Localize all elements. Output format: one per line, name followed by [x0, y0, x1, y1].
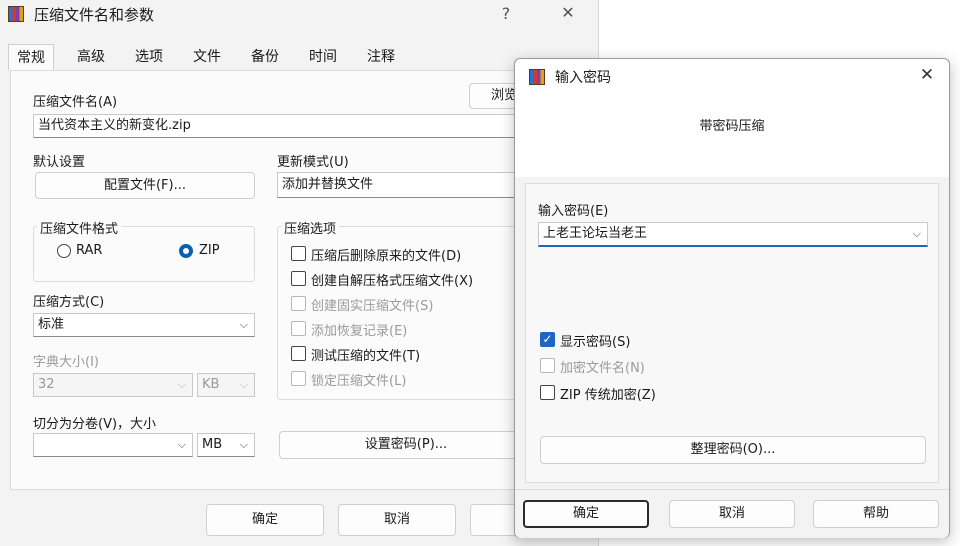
dictionary-size-label: 字典大小(I): [33, 355, 99, 370]
tab-options[interactable]: 选项: [124, 44, 174, 70]
password-ok-button[interactable]: 确定: [523, 500, 649, 528]
create-sfx-label: 创建自解压格式压缩文件(X): [311, 274, 474, 289]
chevron-down-icon: ⌵: [239, 378, 248, 391]
main-titlebar: 压缩文件名和参数 ? ✕: [0, 0, 598, 28]
tab-advanced[interactable]: 高级: [66, 44, 116, 70]
tab-comment[interactable]: 注释: [356, 44, 406, 70]
show-password-label: 显示密码(S): [560, 335, 631, 350]
format-rar-label: RAR: [76, 243, 103, 258]
zip-legacy-label: ZIP 传统加密(Z): [560, 388, 656, 403]
test-files-checkbox[interactable]: [291, 346, 306, 361]
organize-passwords-button[interactable]: 整理密码(O)...: [540, 436, 926, 464]
password-close-icon[interactable]: ✕: [915, 65, 939, 85]
zip-legacy-checkbox[interactable]: [540, 385, 555, 400]
main-ok-button[interactable]: 确定: [206, 504, 324, 536]
split-unit-value: MB: [202, 437, 223, 452]
default-settings-label: 默认设置: [33, 155, 86, 170]
main-button-bar: 确定 取消: [0, 490, 598, 546]
tab-backup[interactable]: 备份: [240, 44, 290, 70]
lock-archive-checkbox: [291, 371, 306, 386]
compression-method-select[interactable]: 标准 ⌵: [33, 313, 255, 337]
password-cancel-button[interactable]: 取消: [669, 500, 795, 528]
split-unit-select[interactable]: MB ⌵: [197, 433, 255, 457]
update-mode-label: 更新模式(U): [277, 155, 349, 170]
compression-method-label: 压缩方式(C): [33, 295, 105, 310]
winrar-app-icon: [529, 69, 545, 85]
tab-files[interactable]: 文件: [182, 44, 232, 70]
password-dialog-title: 输入密码: [555, 70, 611, 86]
archive-name-input[interactable]: 当代资本主义的新变化.zip: [33, 114, 533, 138]
recovery-record-label: 添加恢复记录(E): [311, 324, 408, 339]
tab-general[interactable]: 常规: [8, 44, 54, 70]
encrypt-filenames-label: 加密文件名(N): [560, 361, 645, 376]
winrar-app-icon: [8, 6, 24, 22]
chevron-down-icon: ⌵: [177, 438, 186, 451]
encrypt-filenames-checkbox: [540, 358, 555, 373]
help-icon[interactable]: ?: [496, 4, 516, 23]
password-dialog-header: 输入密码 ✕ 带密码压缩: [515, 59, 949, 177]
format-zip-radio[interactable]: [179, 244, 193, 258]
chevron-down-icon: ⌵: [912, 227, 921, 240]
dictionary-unit-select: KB ⌵: [197, 373, 255, 397]
profiles-button[interactable]: 配置文件(F)...: [35, 172, 255, 199]
main-window-title: 压缩文件名和参数: [34, 6, 155, 24]
archive-parameters-window: 压缩文件名和参数 ? ✕ 常规 高级 选项 文件 备份 时间 注释 压缩文件名(…: [0, 0, 599, 546]
test-files-label: 测试压缩的文件(T): [311, 349, 421, 364]
archive-format-group-title: 压缩文件格式: [37, 218, 122, 237]
solid-archive-label: 创建固实压缩文件(S): [311, 299, 434, 314]
dictionary-size-select: 32 ⌵: [33, 373, 193, 397]
chevron-down-icon: ⌵: [239, 318, 248, 331]
chevron-down-icon: ⌵: [177, 378, 186, 391]
format-zip-label: ZIP: [199, 243, 220, 258]
dictionary-unit-value: KB: [202, 377, 220, 392]
recovery-record-checkbox: [291, 321, 306, 336]
dictionary-size-value: 32: [38, 377, 55, 392]
show-password-checkbox[interactable]: ✓: [540, 332, 555, 347]
lock-archive-label: 锁定压缩文件(L): [311, 374, 407, 389]
tab-time[interactable]: 时间: [298, 44, 348, 70]
tab-strip: 常规 高级 选项 文件 备份 时间 注释: [0, 44, 598, 70]
password-help-button[interactable]: 帮助: [813, 500, 939, 528]
password-dialog-heading: 带密码压缩: [699, 119, 765, 134]
compression-options-title: 压缩选项: [281, 218, 340, 237]
create-sfx-checkbox[interactable]: [291, 271, 306, 286]
general-tab-panel: 压缩文件名(A) 浏览 当代资本主义的新变化.zip 默认设置 配置文件(F).…: [10, 70, 588, 490]
password-input[interactable]: 上老王论坛当老王 ⌵: [538, 222, 928, 247]
split-size-input[interactable]: ⌵: [33, 433, 193, 457]
chevron-down-icon: ⌵: [239, 438, 248, 451]
enter-password-dialog: 输入密码 ✕ 带密码压缩 输入密码(E) 上老王论坛当老王 ⌵ ✓ 显示密码(S…: [514, 58, 950, 538]
main-close-icon[interactable]: ✕: [556, 3, 580, 22]
password-value: 上老王论坛当老王: [543, 226, 648, 241]
update-mode-select[interactable]: 添加并替换文件: [277, 172, 533, 198]
delete-after-label: 压缩后删除原来的文件(D): [311, 249, 462, 264]
set-password-button[interactable]: 设置密码(P)...: [279, 431, 533, 459]
format-rar-radio[interactable]: [57, 244, 71, 258]
split-volumes-label: 切分为分卷(V)，大小: [33, 417, 157, 432]
compression-method-value: 标准: [38, 317, 65, 332]
password-label: 输入密码(E): [538, 204, 609, 219]
solid-archive-checkbox: [291, 296, 306, 311]
archive-name-label: 压缩文件名(A): [33, 95, 118, 110]
delete-after-checkbox[interactable]: [291, 246, 306, 261]
password-dialog-panel: 输入密码(E) 上老王论坛当老王 ⌵ ✓ 显示密码(S) 加密文件名(N) ZI…: [525, 183, 939, 483]
main-cancel-button[interactable]: 取消: [338, 504, 456, 536]
password-dialog-footer: 确定 取消 帮助: [515, 489, 949, 538]
